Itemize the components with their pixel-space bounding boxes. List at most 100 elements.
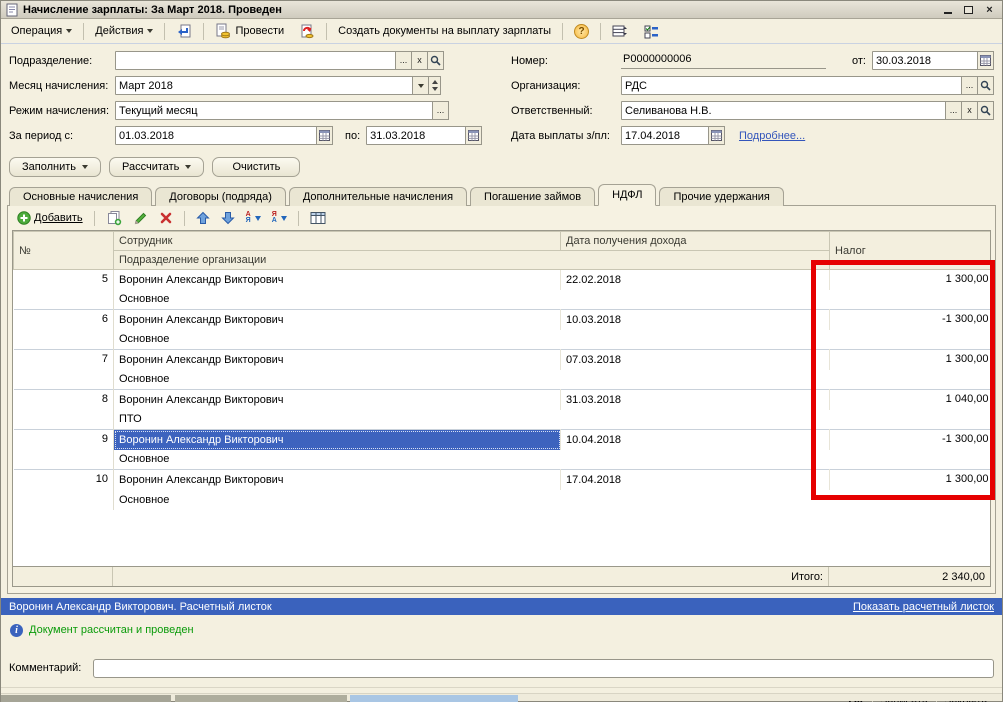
organization-select-button[interactable]: ... bbox=[961, 76, 978, 95]
accrual-month-input[interactable] bbox=[115, 76, 413, 95]
document-date-calendar-button[interactable] bbox=[977, 51, 994, 70]
list-settings-button[interactable] bbox=[606, 20, 634, 42]
header-income-date[interactable]: Дата получения дохода bbox=[561, 232, 830, 251]
accrual-month-spinner[interactable] bbox=[428, 76, 441, 95]
income-date-cell[interactable]: 07.03.2018 bbox=[561, 350, 830, 370]
department-open-button[interactable] bbox=[427, 51, 444, 70]
accrual-mode-label: Режим начисления: bbox=[9, 105, 115, 117]
organization-open-button[interactable] bbox=[977, 76, 994, 95]
department-cell[interactable]: Основное bbox=[114, 490, 830, 510]
restore-button[interactable] bbox=[960, 3, 977, 17]
move-up-button[interactable] bbox=[193, 210, 213, 226]
close-button[interactable]: × bbox=[981, 3, 998, 17]
tax-cell[interactable]: 1 300,00 bbox=[830, 350, 992, 390]
copy-icon bbox=[106, 210, 122, 226]
employee-cell[interactable]: Воронин Александр Викторович bbox=[114, 470, 561, 490]
sort-ascending-button[interactable]: АЯ bbox=[243, 211, 264, 225]
tax-cell[interactable]: 1 300,00 bbox=[830, 270, 992, 310]
structure-settings-button[interactable] bbox=[637, 20, 665, 42]
header-tax[interactable]: Налог bbox=[830, 232, 992, 270]
income-date-cell[interactable]: 17.04.2018 bbox=[561, 470, 830, 490]
employee-cell[interactable]: Воронин Александр Викторович bbox=[114, 390, 561, 410]
tab-1[interactable]: Основные начисления bbox=[9, 187, 152, 206]
accrual-month-dropdown-button[interactable] bbox=[412, 76, 429, 95]
department-cell[interactable]: ПТО bbox=[114, 410, 830, 430]
employee-cell[interactable]: Воронин Александр Викторович bbox=[114, 310, 561, 330]
organization-input[interactable] bbox=[621, 76, 962, 95]
actions-menu[interactable]: Действия bbox=[89, 22, 159, 40]
delete-row-button[interactable] bbox=[156, 210, 176, 226]
header-department[interactable]: Подразделение организации bbox=[114, 251, 830, 270]
fill-button[interactable]: Заполнить bbox=[9, 157, 101, 177]
document-status-message: Документ рассчитан и проведен bbox=[29, 624, 194, 636]
tab-4[interactable]: Погашение займов bbox=[470, 187, 595, 206]
employee-cell[interactable]: Воронин Александр Викторович bbox=[114, 350, 561, 370]
move-down-button[interactable] bbox=[218, 210, 238, 226]
tab-5[interactable]: НДФЛ bbox=[598, 184, 656, 206]
department-input[interactable] bbox=[115, 51, 396, 70]
accrual-mode-input[interactable] bbox=[115, 101, 433, 120]
department-cell[interactable]: Основное bbox=[114, 290, 830, 310]
create-payment-documents-button[interactable]: Создать документы на выплату зарплаты bbox=[332, 22, 557, 40]
row-number-cell[interactable]: 5 bbox=[14, 270, 114, 310]
clear-button[interactable]: Очистить bbox=[212, 157, 300, 177]
income-date-cell[interactable]: 10.03.2018 bbox=[561, 310, 830, 330]
department-cell[interactable]: Основное bbox=[114, 370, 830, 390]
calculate-button[interactable]: Рассчитать bbox=[109, 157, 204, 177]
payment-date-input[interactable] bbox=[621, 126, 709, 145]
responsible-input[interactable] bbox=[621, 101, 946, 120]
period-to-calendar-button[interactable] bbox=[465, 126, 482, 145]
accrual-mode-select-button[interactable]: ... bbox=[432, 101, 449, 120]
tax-cell[interactable]: -1 300,00 bbox=[830, 430, 992, 470]
tab-2[interactable]: Договоры (подряда) bbox=[155, 187, 286, 206]
table-row: 8Воронин Александр Викторович31.03.20181… bbox=[14, 390, 992, 410]
reread-button[interactable] bbox=[170, 20, 198, 42]
unpost-document-icon bbox=[299, 23, 315, 39]
sort-descending-button[interactable]: ЯА bbox=[269, 211, 290, 225]
header-employee[interactable]: Сотрудник bbox=[114, 232, 561, 251]
period-to-input[interactable] bbox=[366, 126, 466, 145]
details-link[interactable]: Подробнее... bbox=[739, 130, 805, 142]
minimize-button[interactable] bbox=[939, 3, 956, 17]
row-number-cell[interactable]: 6 bbox=[14, 310, 114, 350]
row-number-cell[interactable]: 9 bbox=[14, 430, 114, 470]
department-cell[interactable]: Основное bbox=[114, 450, 830, 470]
tax-cell[interactable]: 1 040,00 bbox=[830, 390, 992, 430]
income-date-cell[interactable]: 22.02.2018 bbox=[561, 270, 830, 290]
responsible-clear-button[interactable]: x bbox=[961, 101, 978, 120]
tax-cell[interactable]: -1 300,00 bbox=[830, 310, 992, 350]
employee-cell[interactable]: Воронин Александр Викторович bbox=[114, 270, 561, 290]
comment-input[interactable] bbox=[93, 659, 994, 678]
payment-date-calendar-button[interactable] bbox=[708, 126, 725, 145]
responsible-open-button[interactable] bbox=[977, 101, 994, 120]
department-cell[interactable]: Основное bbox=[114, 330, 830, 350]
operation-menu[interactable]: Операция bbox=[5, 22, 78, 40]
responsible-select-button[interactable]: ... bbox=[945, 101, 962, 120]
tab-3[interactable]: Дополнительные начисления bbox=[289, 187, 467, 206]
copy-row-button[interactable] bbox=[103, 209, 125, 227]
department-clear-button[interactable]: x bbox=[411, 51, 428, 70]
period-to-label: по: bbox=[345, 130, 360, 142]
income-date-cell[interactable]: 31.03.2018 bbox=[561, 390, 830, 410]
header-num[interactable]: № bbox=[14, 232, 114, 270]
unpost-button[interactable] bbox=[293, 20, 321, 42]
employee-cell[interactable]: Воронин Александр Викторович bbox=[114, 430, 561, 450]
row-number-cell[interactable]: 8 bbox=[14, 390, 114, 430]
income-date-cell[interactable]: 10.04.2018 bbox=[561, 430, 830, 450]
row-number-cell[interactable]: 7 bbox=[14, 350, 114, 390]
help-button[interactable]: ? bbox=[568, 21, 595, 42]
taskbar-segment bbox=[1, 695, 171, 702]
tax-cell[interactable]: 1 300,00 bbox=[830, 470, 992, 510]
tab-6[interactable]: Прочие удержания bbox=[659, 187, 783, 206]
post-button[interactable]: Провести bbox=[209, 20, 290, 42]
department-select-button[interactable]: ... bbox=[395, 51, 412, 70]
edit-row-button[interactable] bbox=[130, 210, 151, 227]
show-payslip-link[interactable]: Показать расчетный листок bbox=[853, 601, 994, 613]
period-from-input[interactable] bbox=[115, 126, 317, 145]
period-from-calendar-button[interactable] bbox=[316, 126, 333, 145]
add-row-button[interactable]: Добавить bbox=[14, 210, 86, 226]
row-number-cell[interactable]: 10 bbox=[14, 470, 114, 510]
document-date-input[interactable] bbox=[872, 51, 978, 70]
column-settings-button[interactable] bbox=[307, 210, 329, 226]
table-row: 10Воронин Александр Викторович17.04.2018… bbox=[14, 470, 992, 490]
